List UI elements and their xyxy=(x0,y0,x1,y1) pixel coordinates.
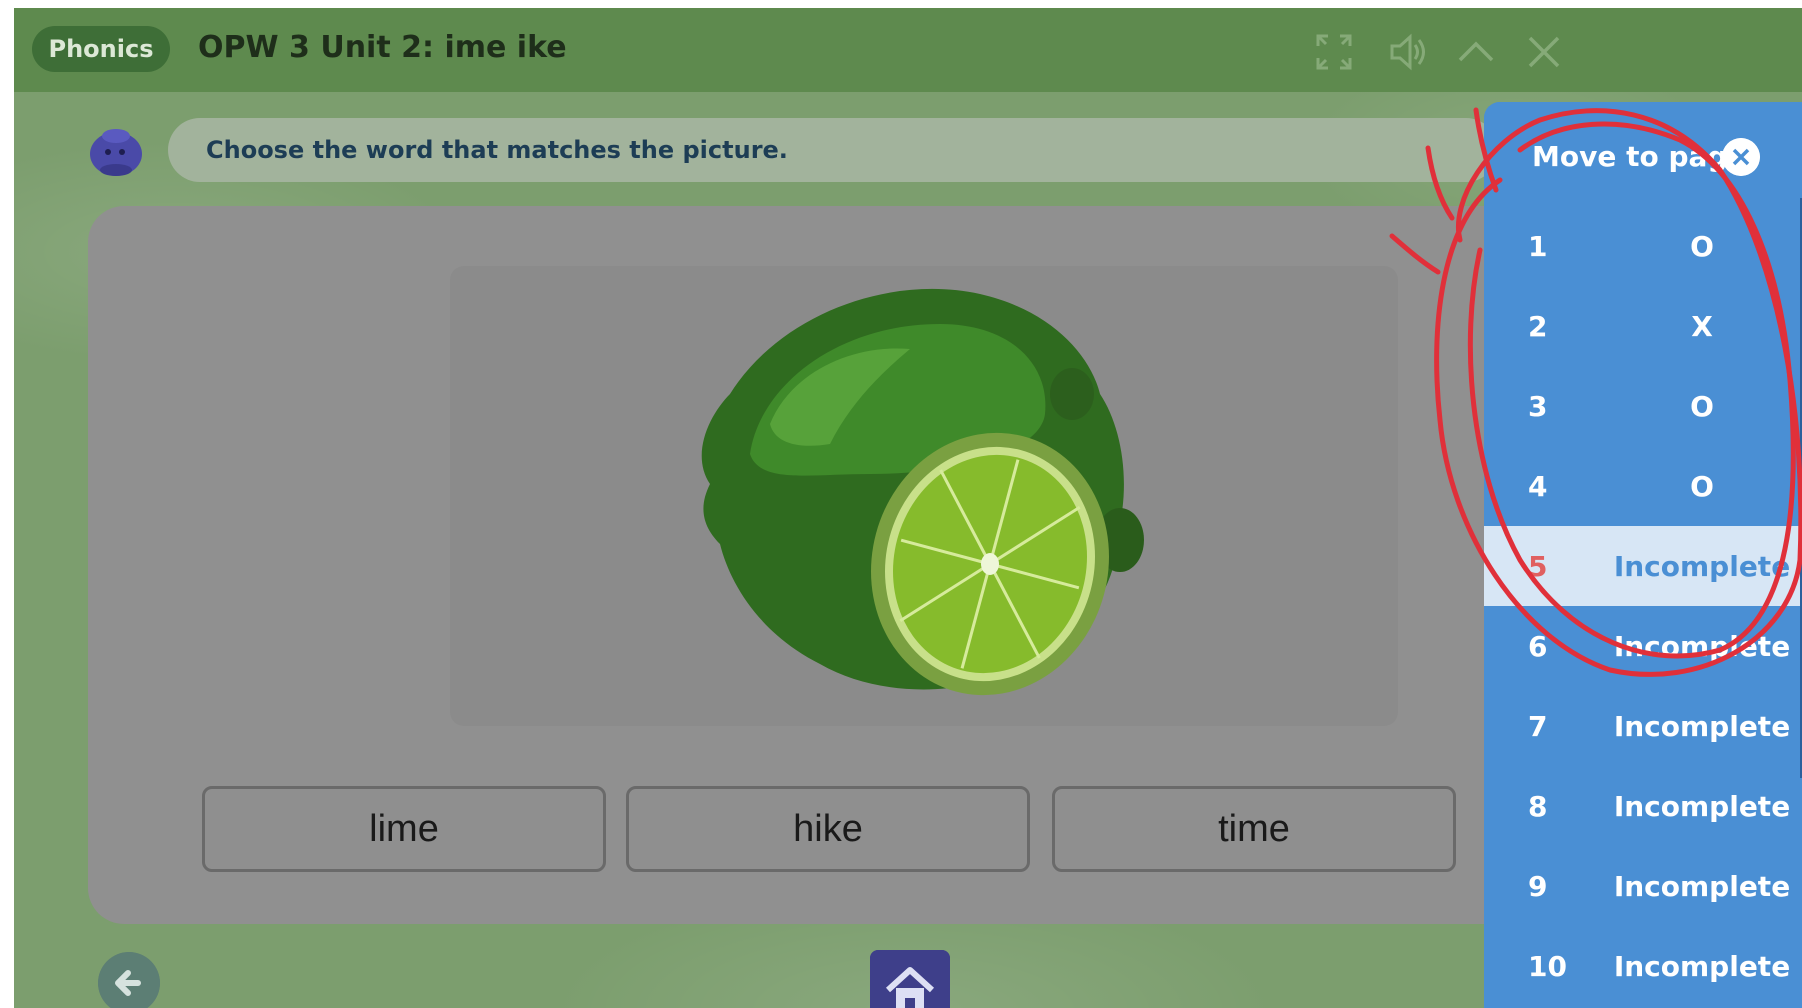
page-status: Incomplete xyxy=(1613,790,1791,823)
speaker-icon[interactable] xyxy=(1386,30,1430,74)
page-number: 5 xyxy=(1528,550,1548,583)
page-number: 4 xyxy=(1528,470,1548,503)
page-number: 9 xyxy=(1528,870,1548,903)
choice-button-2[interactable]: hike xyxy=(626,786,1030,872)
header-bar: Phonics OPW 3 Unit 2: ime ike xyxy=(14,8,1802,92)
page-number: 7 xyxy=(1528,710,1548,743)
home-icon[interactable] xyxy=(870,950,950,1008)
page-row-3[interactable]: 3 O xyxy=(1484,366,1802,446)
panel-close-icon[interactable] xyxy=(1722,138,1760,176)
activity-window: Phonics OPW 3 Unit 2: ime ike Choose the… xyxy=(14,8,1802,1008)
choice-button-3[interactable]: time xyxy=(1052,786,1456,872)
page-status: O xyxy=(1690,470,1714,503)
page-status: Incomplete xyxy=(1613,870,1791,903)
back-arrow-icon[interactable] xyxy=(98,952,160,1008)
page-title: OPW 3 Unit 2: ime ike xyxy=(198,30,567,65)
panel-title: Move to page xyxy=(1532,140,1747,173)
page-status: O xyxy=(1690,230,1714,263)
page-number: 3 xyxy=(1528,390,1548,423)
phonics-badge: Phonics xyxy=(32,26,170,72)
page-status: Incomplete xyxy=(1613,630,1791,663)
page-status: O xyxy=(1690,390,1714,423)
page-row-2[interactable]: 2 X xyxy=(1484,286,1802,366)
page-row-8[interactable]: 8 Incomplete xyxy=(1484,766,1802,846)
lime-icon xyxy=(701,288,1144,696)
page-status: Incomplete xyxy=(1613,950,1791,983)
page-number: 1 xyxy=(1528,230,1548,263)
fullscreen-icon[interactable] xyxy=(1312,30,1356,74)
close-icon[interactable] xyxy=(1522,30,1566,74)
page-status: X xyxy=(1691,310,1713,343)
choice-button-1[interactable]: lime xyxy=(202,786,606,872)
page-number: 6 xyxy=(1528,630,1548,663)
page-status: Incomplete xyxy=(1613,710,1791,743)
instruction-text: Choose the word that matches the picture… xyxy=(206,136,788,164)
page-row-5-current[interactable]: 5 Incomplete xyxy=(1484,526,1802,606)
page-number: 10 xyxy=(1528,950,1567,983)
page-number: 8 xyxy=(1528,790,1548,823)
page-row-4[interactable]: 4 O xyxy=(1484,446,1802,526)
page-row-10[interactable]: 10 Incomplete xyxy=(1484,926,1802,1006)
chevron-up-icon[interactable] xyxy=(1454,30,1498,74)
page-row-1[interactable]: 1 O xyxy=(1484,206,1802,286)
page-row-7[interactable]: 7 Incomplete xyxy=(1484,686,1802,766)
question-card: lime hike time xyxy=(88,206,1588,924)
page-status: Incomplete xyxy=(1613,550,1791,583)
panel-header: Move to page xyxy=(1484,102,1802,210)
move-to-page-panel: Move to page 1 O 2 X 3 O 4 O 5 Incomplet… xyxy=(1484,102,1802,1008)
page-row-6[interactable]: 6 Incomplete xyxy=(1484,606,1802,686)
picture-frame xyxy=(450,266,1398,726)
page-number: 2 xyxy=(1528,310,1548,343)
instruction-bubble: Choose the word that matches the picture… xyxy=(168,118,1498,182)
page-row-9[interactable]: 9 Incomplete xyxy=(1484,846,1802,926)
mascot-icon xyxy=(90,129,142,176)
